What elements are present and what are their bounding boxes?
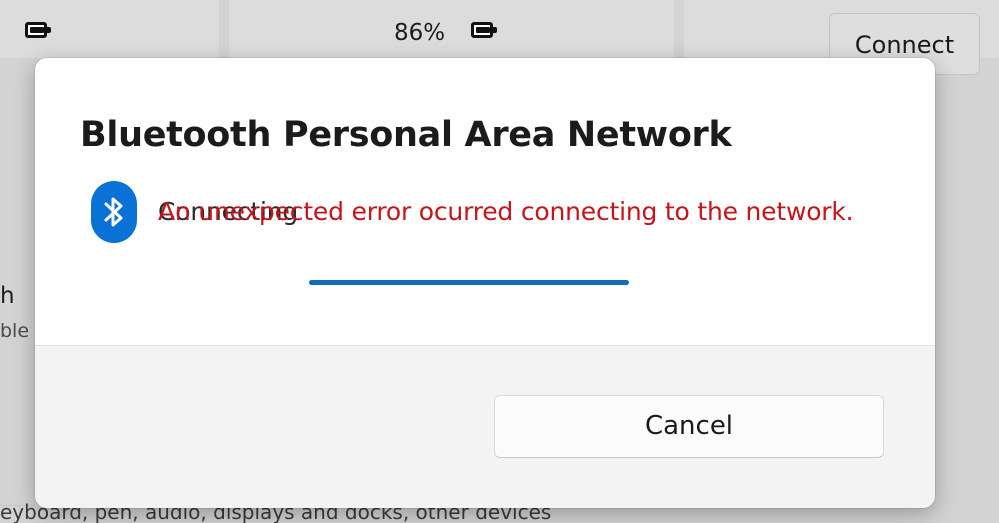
dialog-body: Bluetooth Personal Area Network Connecti… [35, 58, 935, 345]
background-card [229, 0, 674, 58]
background-item-title: h [0, 283, 15, 309]
battery-icon [25, 22, 52, 38]
progress-bar [309, 280, 629, 285]
bluetooth-pan-dialog: Bluetooth Personal Area Network Connecti… [35, 58, 935, 508]
bluetooth-icon [91, 181, 137, 243]
bluetooth-settings-screen: 86% Connect h ble eyboard, pen, audio, d… [0, 0, 999, 523]
battery-icon [471, 22, 498, 38]
cancel-button[interactable]: Cancel [494, 395, 884, 458]
battery-percent: 86% [394, 20, 446, 46]
dialog-title: Bluetooth Personal Area Network [80, 115, 732, 155]
progress-fill [309, 280, 629, 285]
error-message: An unexpected error ocurred connecting t… [158, 197, 854, 226]
background-item-subtitle: ble [0, 320, 30, 342]
